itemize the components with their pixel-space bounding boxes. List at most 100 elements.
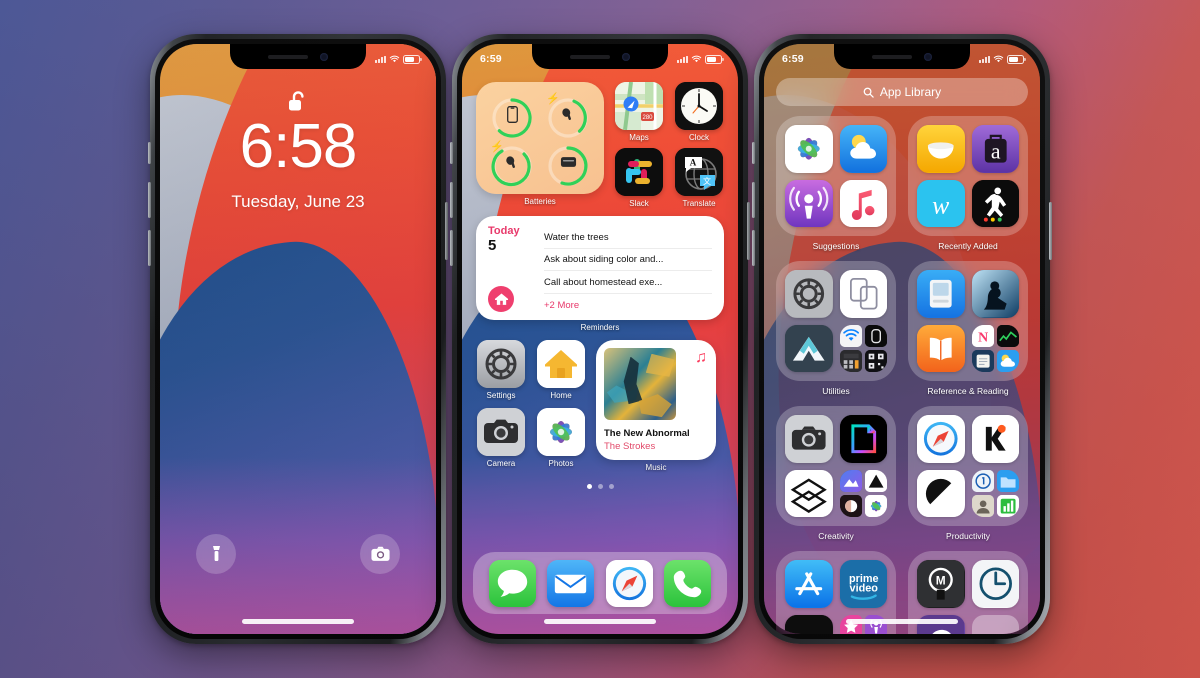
settings-gear-icon[interactable] [785, 270, 833, 318]
page-dot-3[interactable] [608, 484, 614, 489]
app-camera[interactable]: Camera [476, 408, 526, 468]
mail-icon[interactable] [547, 559, 595, 607]
layers-icon[interactable] [785, 469, 833, 517]
mac-classic-icon[interactable] [917, 270, 965, 318]
calculator-icon[interactable] [839, 349, 862, 372]
page-dot-1[interactable] [586, 484, 592, 489]
watch-icon[interactable] [864, 324, 887, 347]
home-indicator[interactable] [242, 619, 354, 624]
app-slack[interactable]: Slack [614, 148, 664, 208]
volume-up-button[interactable] [752, 182, 755, 218]
amc-icon[interactable]: amc [785, 614, 833, 634]
app-photos[interactable]: Photos [536, 408, 586, 468]
mini-cluster[interactable] [839, 614, 887, 634]
darkroom-icon[interactable] [839, 415, 887, 463]
contrast-icon[interactable] [917, 469, 965, 517]
mint-icon[interactable]: M [917, 560, 965, 608]
mini-cluster[interactable]: N [971, 324, 1019, 372]
weather-icon[interactable] [839, 125, 887, 173]
prisma-icon[interactable] [864, 469, 887, 492]
volume-up-button[interactable] [148, 182, 151, 218]
power-button[interactable] [445, 202, 448, 260]
safari-icon[interactable] [605, 559, 653, 607]
safari-icon[interactable] [917, 415, 965, 463]
volume-down-button[interactable] [752, 230, 755, 266]
reminder-item[interactable]: Water the trees [544, 226, 712, 249]
authy-icon[interactable] [971, 494, 994, 517]
bowl-icon[interactable] [917, 125, 965, 173]
podcast-small-icon[interactable] [864, 614, 887, 634]
app-translate[interactable]: A 文 Translate [674, 148, 724, 208]
messages-icon[interactable] [488, 559, 536, 607]
power-button[interactable] [1049, 202, 1052, 260]
folder-suggestions[interactable]: Suggestions [776, 116, 896, 251]
lock-screen[interactable]: 6:58 Tuesday, June 23 [160, 44, 436, 634]
mute-switch[interactable] [148, 142, 151, 164]
photos-icon[interactable] [785, 125, 833, 173]
home-indicator[interactable] [846, 619, 958, 624]
weather-small-icon[interactable] [996, 349, 1019, 372]
mute-switch[interactable] [450, 142, 453, 164]
mini-cluster[interactable] [839, 324, 887, 372]
cloud-icon[interactable] [917, 614, 965, 634]
halide-icon[interactable] [839, 494, 862, 517]
folder-recently-added[interactable]: a w Recently Added [908, 116, 1028, 251]
music-icon[interactable] [839, 179, 887, 227]
status-bar-library: 6:59 [764, 44, 1040, 70]
flashlight-button[interactable] [196, 534, 236, 574]
notes-app-icon[interactable] [971, 349, 994, 372]
reminders-more-link[interactable]: +2 More [544, 294, 712, 311]
power-button[interactable] [747, 202, 750, 260]
reminder-item[interactable]: Call about homestead exe... [544, 271, 712, 294]
reminders-widget[interactable]: Today 5 Water the trees Ask about siding… [476, 216, 724, 320]
gradient-icon[interactable] [839, 469, 862, 492]
mini-cluster[interactable] [971, 469, 1019, 517]
folder-productivity[interactable]: Productivity [908, 406, 1028, 541]
volume-up-button[interactable] [450, 182, 453, 218]
page-dots[interactable] [476, 484, 724, 489]
batteries-widget[interactable]: ⚡ ⚡ [476, 82, 604, 194]
app-library-screen[interactable]: 6:59 App Library Suggestions a w Recentl… [764, 44, 1040, 634]
news-icon[interactable]: N [971, 324, 994, 347]
app-maps[interactable]: 280 Maps [614, 82, 664, 142]
app-clock[interactable]: Clock [674, 82, 724, 142]
star-icon[interactable] [839, 614, 862, 634]
camera-icon[interactable] [785, 415, 833, 463]
phone-icon[interactable] [664, 559, 712, 607]
app-settings[interactable]: Settings [476, 340, 526, 400]
mute-switch[interactable] [752, 142, 755, 164]
app-library-search[interactable]: App Library [776, 78, 1028, 106]
home-screen[interactable]: 6:59 ⚡ ⚡ Batteries 280 Maps Clock Slack … [462, 44, 738, 634]
arc-icon[interactable] [785, 324, 833, 372]
numbers-icon[interactable] [996, 494, 1019, 517]
onepassword-icon[interactable] [971, 469, 994, 492]
reminder-item[interactable]: Ask about siding color and... [544, 249, 712, 271]
volume-down-button[interactable] [450, 230, 453, 266]
home-indicator[interactable] [544, 619, 656, 624]
kayak-icon[interactable] [971, 415, 1019, 463]
folder-utilities[interactable]: Utilities [776, 261, 896, 396]
kindle-icon[interactable] [971, 270, 1019, 318]
mini-cluster[interactable] [839, 469, 887, 517]
away-luggage-icon[interactable]: a [971, 125, 1019, 173]
soccer-icon[interactable] [971, 179, 1019, 227]
photos-small-icon[interactable] [864, 494, 887, 517]
stocks-icon[interactable] [996, 324, 1019, 347]
files-icon[interactable] [996, 469, 1019, 492]
books-icon[interactable] [917, 324, 965, 372]
camera-button[interactable] [360, 534, 400, 574]
app-home[interactable]: Home [536, 340, 586, 400]
wish-icon[interactable]: w [917, 179, 965, 227]
page-dot-2[interactable] [597, 484, 603, 489]
shortcuts-icon[interactable] [839, 270, 887, 318]
prime-video-icon[interactable]: prime video [839, 560, 887, 608]
app-store-icon[interactable] [785, 560, 833, 608]
music-widget[interactable]: ♫ The New Abnormal The Strokes [596, 340, 716, 460]
podcasts-icon[interactable] [785, 179, 833, 227]
folder-reference-reading[interactable]: N Reference & Reading [908, 261, 1028, 396]
wifi-app-icon[interactable] [839, 324, 862, 347]
timer-icon[interactable] [971, 560, 1019, 608]
volume-down-button[interactable] [148, 230, 151, 266]
folder-creativity[interactable]: Creativity [776, 406, 896, 541]
qr-icon[interactable] [864, 349, 887, 372]
